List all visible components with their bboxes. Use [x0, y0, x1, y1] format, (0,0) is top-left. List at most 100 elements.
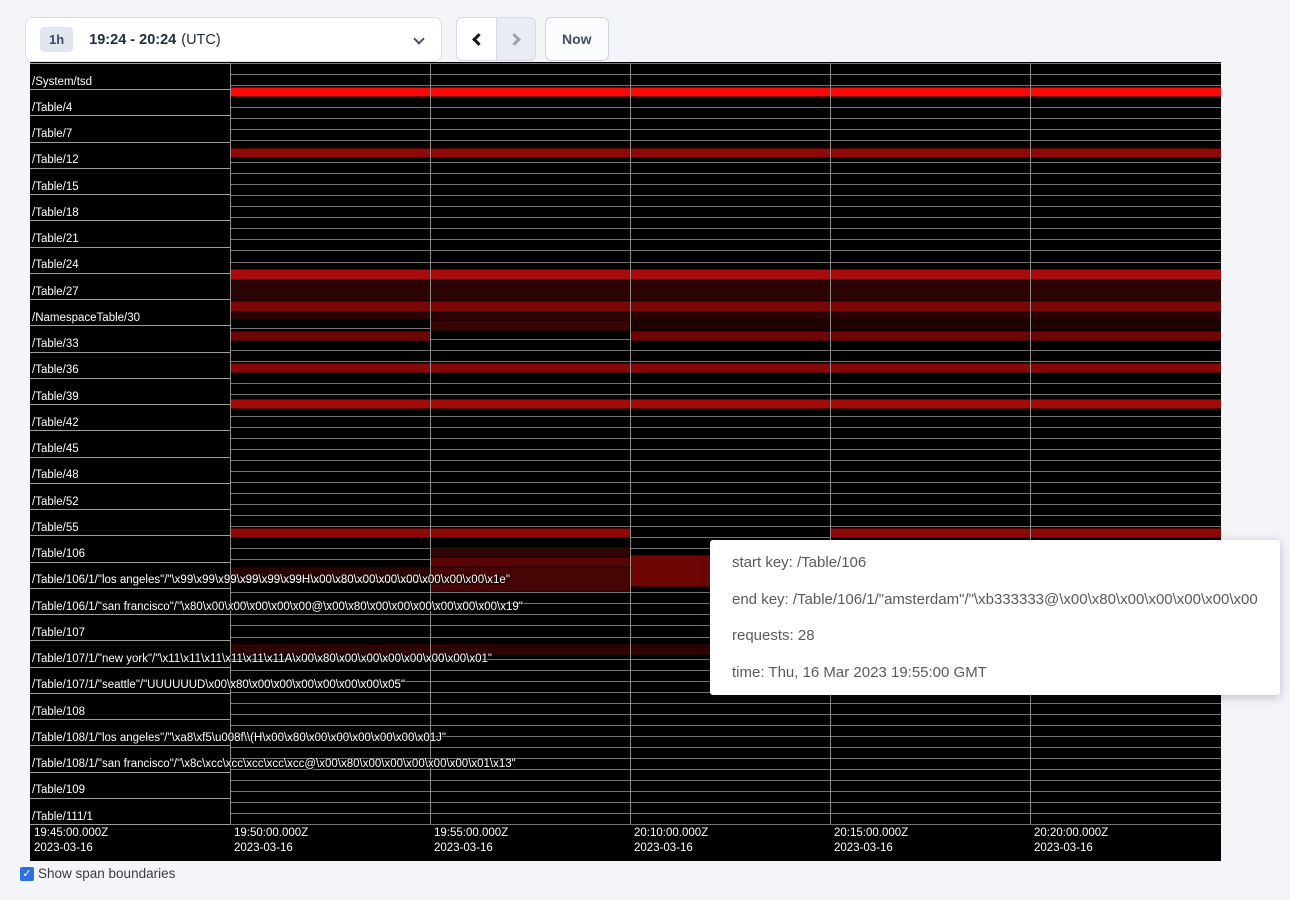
row-label: /Table/111/1	[32, 811, 93, 824]
show-span-boundaries-checkbox[interactable]: ✓	[20, 867, 34, 881]
x-axis-tick: 20:20:00.000Z2023-03-16	[1034, 826, 1108, 855]
span-boundary-line	[30, 273, 230, 274]
x-tick-date: 2023-03-16	[434, 841, 508, 856]
heat-band[interactable]	[230, 301, 1221, 312]
time-range-selector[interactable]: 1h 19:24 - 20:24 (UTC)	[25, 17, 442, 62]
prev-time-button[interactable]	[456, 17, 496, 61]
span-boundary-line	[230, 427, 1221, 428]
heat-band[interactable]	[230, 331, 430, 341]
span-tooltip: start key: /Table/106 end key: /Table/10…	[710, 540, 1280, 695]
heat-band[interactable]	[830, 528, 1221, 538]
x-tick-time: 19:45:00.000Z	[34, 826, 108, 841]
x-axis-tick: 19:55:00.000Z2023-03-16	[434, 826, 508, 855]
span-boundary-line	[230, 482, 1221, 483]
time-gridline	[630, 63, 631, 824]
span-boundary-line	[30, 194, 230, 195]
span-boundary-line	[30, 404, 230, 405]
span-boundary-line	[230, 394, 1221, 395]
heat-band[interactable]	[430, 547, 630, 557]
span-boundary-line	[230, 140, 1221, 141]
span-boundary-line	[30, 667, 230, 668]
x-tick-time: 19:55:00.000Z	[434, 826, 508, 841]
row-label: /Table/39	[32, 391, 79, 404]
span-boundary-line	[230, 802, 1221, 803]
span-boundary-line	[230, 206, 1221, 207]
span-boundary-line	[30, 430, 230, 431]
span-boundary-line	[230, 471, 1221, 472]
span-boundary-line	[230, 184, 1221, 185]
row-label: /Table/107/1/"new york"/"\x11\x11\x11\x1…	[32, 653, 492, 666]
span-boundary-line	[230, 416, 1221, 417]
row-label: /Table/27	[32, 286, 79, 299]
time-preset-badge: 1h	[40, 27, 73, 52]
next-time-button[interactable]	[496, 17, 536, 61]
span-boundary-line	[30, 352, 230, 353]
span-boundary-line	[230, 703, 1221, 704]
x-tick-time: 19:50:00.000Z	[234, 826, 308, 841]
row-label: /Table/107	[32, 627, 85, 640]
span-boundary-line	[230, 725, 1221, 726]
span-boundary-line	[230, 780, 1221, 781]
x-tick-date: 2023-03-16	[634, 841, 708, 856]
span-boundary-line	[30, 220, 230, 221]
span-boundary-line	[230, 195, 1221, 196]
row-label: /Table/24	[32, 259, 79, 272]
row-label: /Table/107/1/"seattle"/"UUUUUUD\x00\x80\…	[32, 679, 405, 692]
span-boundary-line	[230, 824, 1221, 825]
span-boundary-line	[230, 107, 1221, 108]
heat-band[interactable]	[230, 87, 1221, 98]
x-axis-tick: 19:45:00.000Z2023-03-16	[34, 826, 108, 855]
row-label: /NamespaceTable/30	[32, 312, 140, 325]
row-label: /Table/7	[32, 128, 72, 141]
span-boundary-line	[30, 299, 230, 300]
span-boundary-line	[230, 118, 1221, 119]
heat-band[interactable]	[630, 320, 1221, 331]
span-boundary-line	[30, 89, 230, 90]
heat-band[interactable]	[230, 363, 1221, 373]
span-boundary-line	[230, 515, 1221, 516]
tooltip-requests: requests: 28	[732, 627, 1258, 644]
x-tick-time: 20:15:00.000Z	[834, 826, 908, 841]
row-label: /Table/108/1/"los angeles"/"\xa8\xf5\u00…	[32, 732, 446, 745]
row-label: /Table/45	[32, 443, 79, 456]
row-label: /Table/52	[32, 496, 79, 509]
x-tick-time: 20:20:00.000Z	[1034, 826, 1108, 841]
span-boundary-line	[230, 228, 1221, 229]
heat-band[interactable]	[230, 399, 1221, 409]
x-tick-time: 20:10:00.000Z	[634, 826, 708, 841]
span-boundary-line	[30, 640, 230, 641]
span-boundary-line	[230, 250, 1221, 251]
heat-band[interactable]	[630, 331, 1221, 341]
row-label: /Table/4	[32, 102, 72, 115]
span-boundary-line	[30, 115, 230, 116]
span-boundary-line	[30, 824, 230, 825]
span-boundary-line	[230, 129, 1221, 130]
span-boundary-line	[230, 504, 1221, 505]
span-boundary-line	[30, 614, 230, 615]
span-boundary-line	[30, 745, 230, 746]
x-tick-date: 2023-03-16	[34, 841, 108, 856]
row-label: /Table/108/1/"san francisco"/"\x8c\xcc\x…	[32, 758, 516, 771]
heat-band[interactable]	[630, 555, 710, 587]
span-boundary-line	[30, 378, 230, 379]
heat-band[interactable]	[430, 320, 630, 331]
span-boundary-line	[30, 693, 230, 694]
span-boundary-line	[230, 74, 1221, 75]
x-tick-date: 2023-03-16	[234, 841, 308, 856]
heat-band[interactable]	[230, 312, 1221, 320]
now-button[interactable]: Now	[545, 17, 609, 61]
heat-band[interactable]	[230, 280, 1221, 302]
heat-band[interactable]	[430, 557, 630, 567]
row-label: /Table/36	[32, 364, 79, 377]
heat-band[interactable]	[230, 148, 1221, 158]
chevron-right-icon	[508, 33, 521, 46]
span-boundary-line	[230, 361, 1221, 362]
x-tick-date: 2023-03-16	[834, 841, 908, 856]
span-boundary-line	[30, 719, 230, 720]
x-axis-tick: 20:15:00.000Z2023-03-16	[834, 826, 908, 855]
heat-band[interactable]	[230, 269, 1221, 280]
row-label: /Table/42	[32, 417, 79, 430]
toolbar: 1h 19:24 - 20:24 (UTC) Now	[0, 0, 1290, 62]
key-visualizer[interactable]: /System/tsd/Table/4/Table/7/Table/12/Tab…	[30, 62, 1221, 861]
span-boundary-line	[230, 460, 1221, 461]
